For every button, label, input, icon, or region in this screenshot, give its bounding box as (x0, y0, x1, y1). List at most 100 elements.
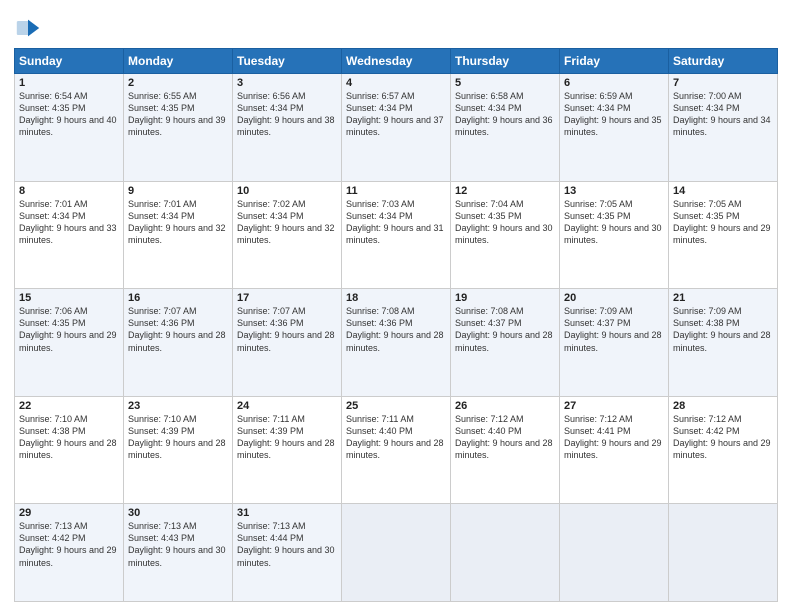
header (14, 10, 778, 42)
calendar-cell: 5 Sunrise: 6:58 AMSunset: 4:34 PMDayligh… (451, 74, 560, 182)
day-number: 24 (237, 400, 337, 412)
calendar-cell (560, 504, 669, 602)
day-number: 6 (564, 77, 664, 89)
day-number: 11 (346, 185, 446, 197)
page-container: SundayMondayTuesdayWednesdayThursdayFrid… (0, 0, 792, 612)
day-number: 30 (128, 507, 228, 519)
calendar-cell: 16 Sunrise: 7:07 AMSunset: 4:36 PMDaylig… (124, 289, 233, 397)
day-number: 26 (455, 400, 555, 412)
day-number: 2 (128, 77, 228, 89)
calendar-cell: 31 Sunrise: 7:13 AMSunset: 4:44 PMDaylig… (233, 504, 342, 602)
day-detail: Sunrise: 7:08 AMSunset: 4:36 PMDaylight:… (346, 306, 444, 352)
day-detail: Sunrise: 7:11 AMSunset: 4:40 PMDaylight:… (346, 414, 444, 460)
day-number: 25 (346, 400, 446, 412)
calendar-week-row: 29 Sunrise: 7:13 AMSunset: 4:42 PMDaylig… (15, 504, 778, 602)
day-number: 9 (128, 185, 228, 197)
day-number: 4 (346, 77, 446, 89)
day-detail: Sunrise: 7:12 AMSunset: 4:41 PMDaylight:… (564, 414, 662, 460)
day-detail: Sunrise: 7:13 AMSunset: 4:42 PMDaylight:… (19, 521, 117, 567)
day-number: 8 (19, 185, 119, 197)
calendar-week-row: 8 Sunrise: 7:01 AMSunset: 4:34 PMDayligh… (15, 181, 778, 289)
day-number: 15 (19, 292, 119, 304)
calendar-cell: 20 Sunrise: 7:09 AMSunset: 4:37 PMDaylig… (560, 289, 669, 397)
calendar-week-row: 15 Sunrise: 7:06 AMSunset: 4:35 PMDaylig… (15, 289, 778, 397)
calendar-cell: 19 Sunrise: 7:08 AMSunset: 4:37 PMDaylig… (451, 289, 560, 397)
weekday-header: Wednesday (342, 49, 451, 74)
day-detail: Sunrise: 7:03 AMSunset: 4:34 PMDaylight:… (346, 199, 444, 245)
day-detail: Sunrise: 7:09 AMSunset: 4:37 PMDaylight:… (564, 306, 662, 352)
day-detail: Sunrise: 6:56 AMSunset: 4:34 PMDaylight:… (237, 91, 335, 137)
day-detail: Sunrise: 7:13 AMSunset: 4:43 PMDaylight:… (128, 521, 226, 567)
day-number: 5 (455, 77, 555, 89)
day-number: 13 (564, 185, 664, 197)
calendar-table: SundayMondayTuesdayWednesdayThursdayFrid… (14, 48, 778, 602)
calendar-cell: 23 Sunrise: 7:10 AMSunset: 4:39 PMDaylig… (124, 396, 233, 504)
calendar-cell: 2 Sunrise: 6:55 AMSunset: 4:35 PMDayligh… (124, 74, 233, 182)
day-number: 20 (564, 292, 664, 304)
calendar-body: 1 Sunrise: 6:54 AMSunset: 4:35 PMDayligh… (15, 74, 778, 602)
day-number: 29 (19, 507, 119, 519)
day-detail: Sunrise: 7:05 AMSunset: 4:35 PMDaylight:… (564, 199, 662, 245)
calendar-cell: 28 Sunrise: 7:12 AMSunset: 4:42 PMDaylig… (669, 396, 778, 504)
calendar-cell: 17 Sunrise: 7:07 AMSunset: 4:36 PMDaylig… (233, 289, 342, 397)
day-number: 12 (455, 185, 555, 197)
day-detail: Sunrise: 7:04 AMSunset: 4:35 PMDaylight:… (455, 199, 553, 245)
day-detail: Sunrise: 7:10 AMSunset: 4:39 PMDaylight:… (128, 414, 226, 460)
day-detail: Sunrise: 7:01 AMSunset: 4:34 PMDaylight:… (19, 199, 117, 245)
day-detail: Sunrise: 7:13 AMSunset: 4:44 PMDaylight:… (237, 521, 335, 567)
day-detail: Sunrise: 7:00 AMSunset: 4:34 PMDaylight:… (673, 91, 771, 137)
day-number: 28 (673, 400, 773, 412)
calendar-cell: 7 Sunrise: 7:00 AMSunset: 4:34 PMDayligh… (669, 74, 778, 182)
day-number: 14 (673, 185, 773, 197)
calendar-cell: 4 Sunrise: 6:57 AMSunset: 4:34 PMDayligh… (342, 74, 451, 182)
weekday-header: Tuesday (233, 49, 342, 74)
calendar-cell: 1 Sunrise: 6:54 AMSunset: 4:35 PMDayligh… (15, 74, 124, 182)
day-detail: Sunrise: 7:12 AMSunset: 4:40 PMDaylight:… (455, 414, 553, 460)
weekday-header: Sunday (15, 49, 124, 74)
day-number: 22 (19, 400, 119, 412)
day-detail: Sunrise: 7:07 AMSunset: 4:36 PMDaylight:… (237, 306, 335, 352)
day-number: 7 (673, 77, 773, 89)
day-detail: Sunrise: 7:11 AMSunset: 4:39 PMDaylight:… (237, 414, 335, 460)
calendar-cell: 8 Sunrise: 7:01 AMSunset: 4:34 PMDayligh… (15, 181, 124, 289)
calendar-cell: 22 Sunrise: 7:10 AMSunset: 4:38 PMDaylig… (15, 396, 124, 504)
calendar-cell: 15 Sunrise: 7:06 AMSunset: 4:35 PMDaylig… (15, 289, 124, 397)
calendar-cell (342, 504, 451, 602)
calendar-header-row: SundayMondayTuesdayWednesdayThursdayFrid… (15, 49, 778, 74)
calendar-cell: 18 Sunrise: 7:08 AMSunset: 4:36 PMDaylig… (342, 289, 451, 397)
day-number: 10 (237, 185, 337, 197)
calendar-week-row: 1 Sunrise: 6:54 AMSunset: 4:35 PMDayligh… (15, 74, 778, 182)
calendar-cell: 9 Sunrise: 7:01 AMSunset: 4:34 PMDayligh… (124, 181, 233, 289)
day-number: 23 (128, 400, 228, 412)
day-number: 31 (237, 507, 337, 519)
weekday-header: Monday (124, 49, 233, 74)
calendar-cell: 25 Sunrise: 7:11 AMSunset: 4:40 PMDaylig… (342, 396, 451, 504)
calendar-cell: 30 Sunrise: 7:13 AMSunset: 4:43 PMDaylig… (124, 504, 233, 602)
day-detail: Sunrise: 7:07 AMSunset: 4:36 PMDaylight:… (128, 306, 226, 352)
day-detail: Sunrise: 7:12 AMSunset: 4:42 PMDaylight:… (673, 414, 771, 460)
calendar-cell: 11 Sunrise: 7:03 AMSunset: 4:34 PMDaylig… (342, 181, 451, 289)
day-number: 19 (455, 292, 555, 304)
weekday-header: Friday (560, 49, 669, 74)
calendar-cell (669, 504, 778, 602)
day-detail: Sunrise: 7:10 AMSunset: 4:38 PMDaylight:… (19, 414, 117, 460)
calendar-cell: 27 Sunrise: 7:12 AMSunset: 4:41 PMDaylig… (560, 396, 669, 504)
calendar-cell: 29 Sunrise: 7:13 AMSunset: 4:42 PMDaylig… (15, 504, 124, 602)
day-number: 16 (128, 292, 228, 304)
day-number: 17 (237, 292, 337, 304)
calendar-cell: 14 Sunrise: 7:05 AMSunset: 4:35 PMDaylig… (669, 181, 778, 289)
day-number: 1 (19, 77, 119, 89)
day-detail: Sunrise: 7:06 AMSunset: 4:35 PMDaylight:… (19, 306, 117, 352)
day-detail: Sunrise: 7:08 AMSunset: 4:37 PMDaylight:… (455, 306, 553, 352)
calendar-cell: 13 Sunrise: 7:05 AMSunset: 4:35 PMDaylig… (560, 181, 669, 289)
day-detail: Sunrise: 6:59 AMSunset: 4:34 PMDaylight:… (564, 91, 662, 137)
day-detail: Sunrise: 6:58 AMSunset: 4:34 PMDaylight:… (455, 91, 553, 137)
day-number: 18 (346, 292, 446, 304)
calendar-cell: 26 Sunrise: 7:12 AMSunset: 4:40 PMDaylig… (451, 396, 560, 504)
weekday-header: Saturday (669, 49, 778, 74)
day-detail: Sunrise: 6:57 AMSunset: 4:34 PMDaylight:… (346, 91, 444, 137)
day-detail: Sunrise: 6:55 AMSunset: 4:35 PMDaylight:… (128, 91, 226, 137)
calendar-cell: 6 Sunrise: 6:59 AMSunset: 4:34 PMDayligh… (560, 74, 669, 182)
calendar-cell: 21 Sunrise: 7:09 AMSunset: 4:38 PMDaylig… (669, 289, 778, 397)
calendar-week-row: 22 Sunrise: 7:10 AMSunset: 4:38 PMDaylig… (15, 396, 778, 504)
